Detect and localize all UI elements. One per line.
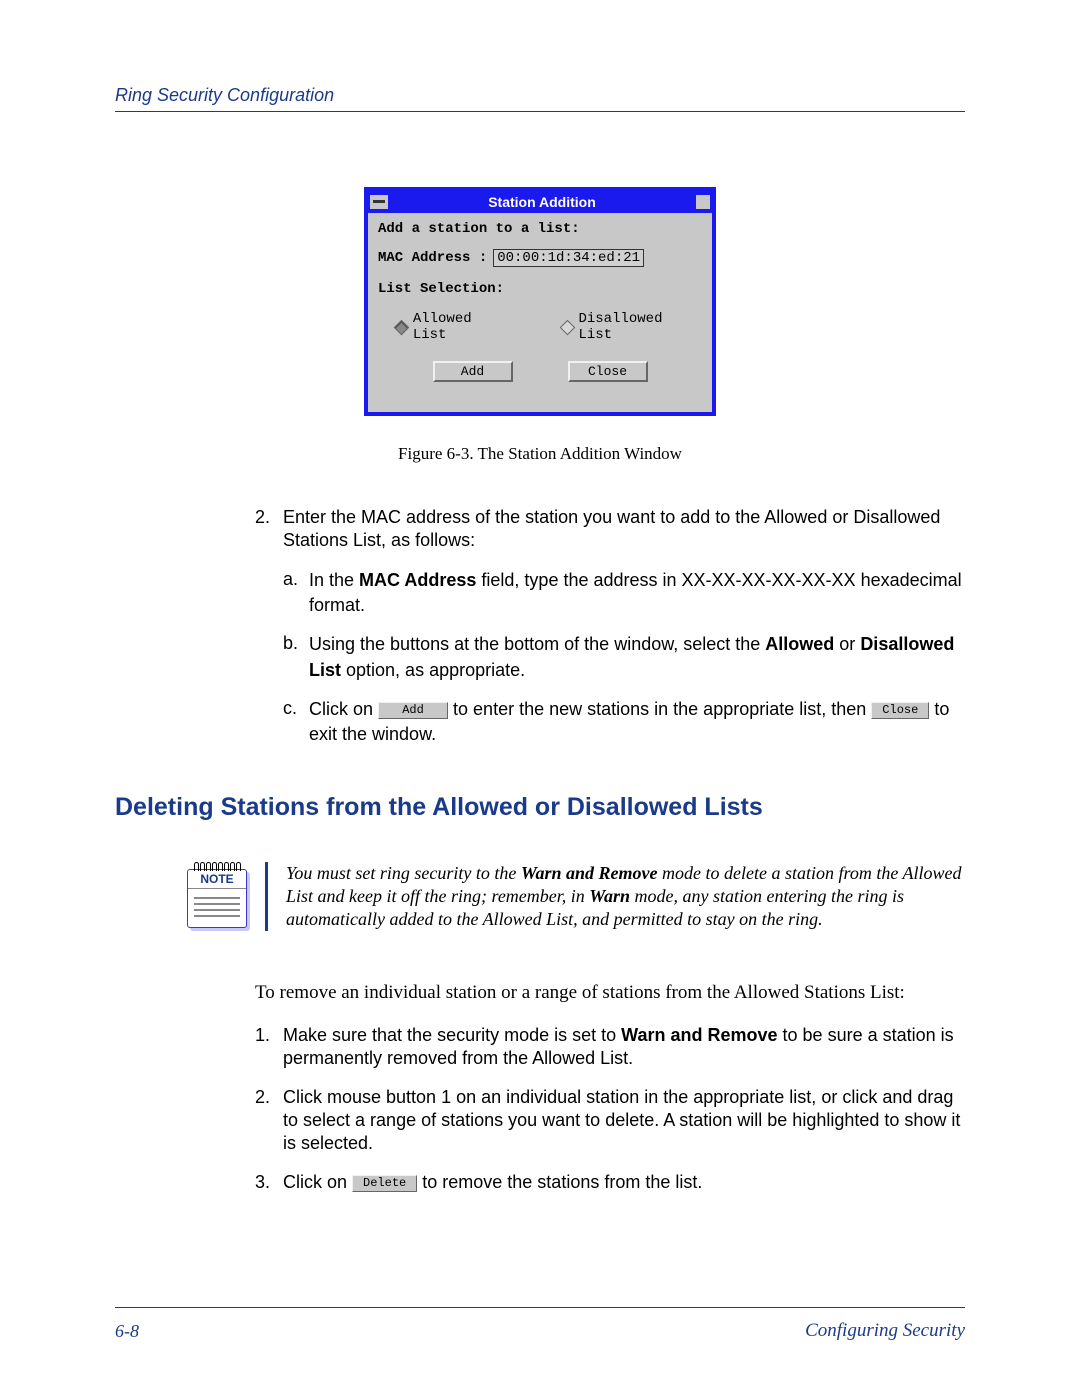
- radio-group: Allowed List Disallowed List: [378, 311, 702, 343]
- close-button[interactable]: Close: [568, 361, 648, 382]
- section-heading-deleting: Deleting Stations from the Allowed or Di…: [115, 793, 965, 822]
- step-body: Click mouse button 1 on an individual st…: [283, 1086, 965, 1155]
- station-addition-window: Station Addition Add a station to a list…: [364, 187, 716, 416]
- note-block: NOTE You must set ring security to the W…: [187, 862, 965, 931]
- window-menu-icon[interactable]: [370, 195, 388, 209]
- main-content: 2. Enter the MAC address of the station …: [255, 506, 965, 747]
- substep-a: a. In the MAC Address field, type the ad…: [283, 568, 965, 618]
- header-title: Ring Security Configuration: [115, 85, 334, 105]
- window-resize-icon[interactable]: [696, 195, 710, 209]
- step-number: 2.: [255, 1086, 283, 1155]
- sub-letter: a.: [283, 568, 309, 618]
- mac-address-input[interactable]: 00:00:1d:34:ed:21: [493, 249, 644, 267]
- note-label: NOTE: [188, 870, 246, 889]
- note-divider: [265, 862, 268, 931]
- page-header: Ring Security Configuration: [115, 85, 965, 112]
- delete-step-3: 3. Click on Delete to remove the station…: [255, 1171, 965, 1194]
- sub-body: Using the buttons at the bottom of the w…: [309, 632, 965, 682]
- note-lines-icon: [188, 889, 246, 927]
- step-2: 2. Enter the MAC address of the station …: [255, 506, 965, 552]
- list-selection-label: List Selection:: [378, 281, 702, 297]
- intro-paragraph: To remove an individual station or a ran…: [255, 981, 965, 1006]
- diamond-icon: [559, 319, 574, 334]
- substep-b: b. Using the buttons at the bottom of th…: [283, 632, 965, 682]
- note-text: You must set ring security to the Warn a…: [286, 862, 965, 931]
- mac-address-label: MAC Address :: [378, 250, 487, 266]
- allowed-list-label: Allowed List: [413, 311, 512, 343]
- close-button-inline: Close: [871, 702, 929, 719]
- sub-body: Click on Add to enter the new stations i…: [309, 697, 965, 747]
- delete-content: To remove an individual station or a ran…: [255, 981, 965, 1194]
- delete-step-1: 1. Make sure that the security mode is s…: [255, 1024, 965, 1070]
- step-number: 3.: [255, 1171, 283, 1194]
- sub-body: In the MAC Address field, type the addre…: [309, 568, 965, 618]
- disallowed-list-label: Disallowed List: [578, 311, 702, 343]
- step-body: Make sure that the security mode is set …: [283, 1024, 965, 1070]
- add-button[interactable]: Add: [433, 361, 513, 382]
- dialog-figure: Station Addition Add a station to a list…: [115, 187, 965, 416]
- diamond-icon: [394, 319, 409, 334]
- page-number: 6-8: [115, 1321, 139, 1342]
- delete-step-2: 2. Click mouse button 1 on an individual…: [255, 1086, 965, 1155]
- dialog-instruction: Add a station to a list:: [378, 221, 702, 237]
- step-body: Enter the MAC address of the station you…: [283, 506, 965, 552]
- footer-title: Configuring Security: [805, 1320, 965, 1342]
- sub-letter: b.: [283, 632, 309, 682]
- dialog-titlebar: Station Addition: [368, 191, 712, 213]
- dialog-body: Add a station to a list: MAC Address : 0…: [368, 213, 712, 412]
- delete-button-inline: Delete: [352, 1175, 417, 1192]
- dialog-title: Station Addition: [488, 194, 596, 210]
- sub-letter: c.: [283, 697, 309, 747]
- note-icon: NOTE: [187, 869, 247, 928]
- note-icon-container: NOTE: [187, 862, 247, 928]
- step-number: 1.: [255, 1024, 283, 1070]
- dialog-button-row: Add Close: [378, 361, 702, 382]
- spiral-icon: [194, 862, 241, 871]
- substep-c: c. Click on Add to enter the new station…: [283, 697, 965, 747]
- page-footer: 6-8 Configuring Security: [115, 1307, 965, 1342]
- step-number: 2.: [255, 506, 283, 552]
- figure-caption: Figure 6-3. The Station Addition Window: [115, 444, 965, 464]
- allowed-list-radio[interactable]: Allowed List: [396, 311, 512, 343]
- disallowed-list-radio[interactable]: Disallowed List: [562, 311, 702, 343]
- mac-address-row: MAC Address : 00:00:1d:34:ed:21: [378, 249, 702, 267]
- step-body: Click on Delete to remove the stations f…: [283, 1171, 965, 1194]
- add-button-inline: Add: [378, 702, 448, 719]
